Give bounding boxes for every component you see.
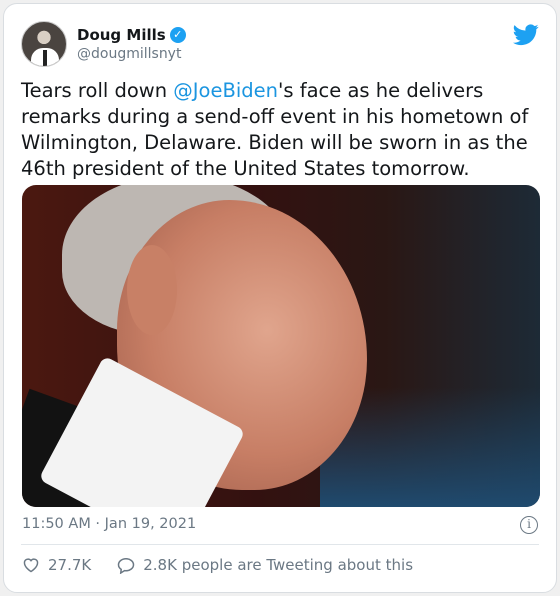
tweet-text: Tears roll down @JoeBiden's face as he d… [21,79,529,180]
author-handle[interactable]: @dougmillsnyt [77,46,181,62]
twitter-bird-icon[interactable] [513,24,539,46]
heart-icon [23,558,39,573]
tweet-actions: 27.7K 2.8K people are Tweeting about thi… [22,556,439,574]
mention-link[interactable]: @JoeBiden [173,79,278,102]
author-display-name[interactable]: Doug Mills [77,26,166,44]
author-name-row: Doug Mills ✓ [77,26,186,44]
divider [21,544,539,545]
tweet-card[interactable]: Doug Mills ✓ @dougmillsnyt Tears roll do… [3,3,557,593]
info-icon[interactable]: i [520,516,538,534]
avatar[interactable] [21,21,67,67]
verified-badge-icon: ✓ [169,27,186,43]
tweeting-about-link[interactable]: 2.8K people are Tweeting about this [117,556,413,574]
tweet-photo[interactable] [22,185,540,507]
speech-bubble-icon [117,557,135,574]
tweeting-about-text: 2.8K people are Tweeting about this [143,556,414,574]
tweet-header: Doug Mills ✓ @dougmillsnyt [21,21,539,69]
like-count: 27.7K [48,556,92,574]
tweet-timestamp[interactable]: 11:50 AM · Jan 19, 2021 [22,516,196,532]
like-button[interactable]: 27.7K [22,556,91,574]
